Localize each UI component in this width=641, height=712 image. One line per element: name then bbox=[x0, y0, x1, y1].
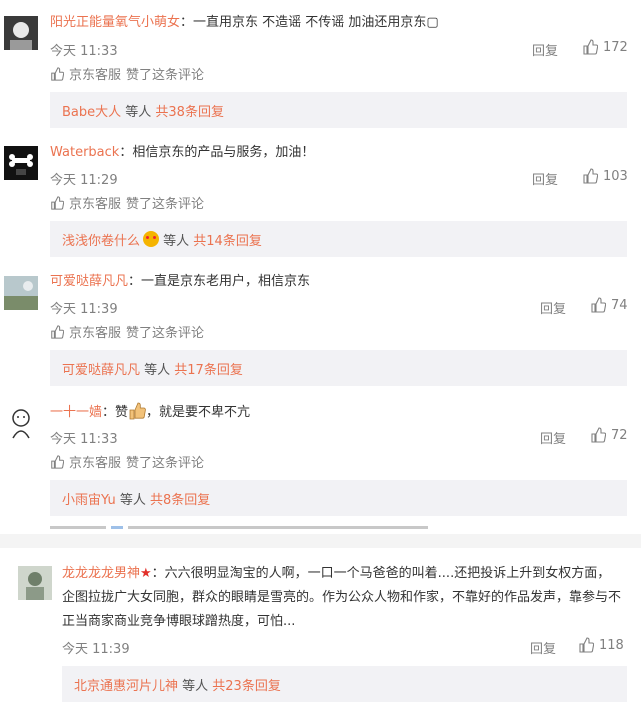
comment-time: 今天 11:39 bbox=[50, 302, 118, 317]
liked-by-row: 京东客服 赞了这条评论 bbox=[50, 193, 204, 212]
comment-item: Waterback：相信京东的产品与服务，加油！ 今天 11:29 回复 103… bbox=[0, 130, 641, 262]
comment-time: 今天 11:39 bbox=[62, 642, 130, 657]
reply-summary-mid: 等人 bbox=[178, 678, 213, 694]
reply-button[interactable]: 回复 bbox=[540, 298, 566, 317]
comment-username[interactable]: 可爱哒薛凡凡 bbox=[50, 274, 128, 289]
comment-body: ：相信京东的产品与服务，加油！ bbox=[119, 145, 315, 160]
reply-summary-user[interactable]: 小雨宙Yu bbox=[62, 489, 116, 508]
avatar[interactable] bbox=[4, 16, 38, 50]
cropped-comment-fragment bbox=[50, 520, 450, 530]
comment-username[interactable]: 龙龙龙龙男神 bbox=[62, 566, 140, 581]
thumbs-up-icon bbox=[591, 297, 606, 313]
comment-text: 一十一嫱：赞 ，就是要不卑不亢 bbox=[50, 402, 631, 422]
reply-count-link[interactable]: 共14条回复 bbox=[193, 230, 262, 249]
reply-summary-mid: 等人 bbox=[115, 492, 150, 508]
thumbs-up-icon bbox=[51, 66, 64, 81]
like-count: 103 bbox=[603, 168, 628, 184]
reply-summary-mid: 等人 bbox=[159, 233, 194, 249]
like-button[interactable]: 72 bbox=[590, 427, 628, 443]
reply-summary-mid: 等人 bbox=[121, 104, 156, 120]
reply-summary-user[interactable]: Babe大人 bbox=[62, 101, 121, 120]
reply-summary[interactable]: Babe大人 等人 共38条回复 bbox=[50, 92, 627, 128]
reply-count-link[interactable]: 共17条回复 bbox=[174, 359, 243, 378]
liked-by-row: 京东客服 赞了这条评论 bbox=[50, 322, 204, 341]
reply-button[interactable]: 回复 bbox=[532, 40, 558, 59]
avatar[interactable] bbox=[4, 146, 38, 180]
like-count: 118 bbox=[599, 637, 624, 653]
comment-time: 今天 11:33 bbox=[50, 44, 118, 59]
liked-by-suffix: 赞了这条评论 bbox=[126, 68, 205, 83]
emoji-icon bbox=[143, 231, 160, 247]
comment-item: 阳光正能量氧气小萌女：一直用京东 不造谣 不传谣 加油还用京东▢ 今天 11:3… bbox=[0, 0, 641, 132]
avatar[interactable] bbox=[4, 276, 38, 310]
liked-by-row: 京东客服 赞了这条评论 bbox=[50, 452, 204, 471]
reply-button[interactable]: 回复 bbox=[540, 428, 566, 447]
liked-by-row: 京东客服 赞了这条评论 bbox=[50, 64, 204, 83]
reply-summary[interactable]: 浅浅你卷什么 等人 共14条回复 bbox=[50, 221, 627, 257]
thumbs-up-icon bbox=[51, 195, 64, 210]
comment-item: 一十一嫱：赞 ，就是要不卑不亢 今天 11:33 回复 72 京东客服 赞了这条评… bbox=[0, 390, 641, 520]
comment-text: 阳光正能量氧气小萌女：一直用京东 不造谣 不传谣 加油还用京东▢ bbox=[50, 14, 631, 32]
star-badge-icon[interactable]: ★ bbox=[140, 566, 152, 581]
comment-body-cont: ，就是要不卑不亢 bbox=[146, 405, 251, 420]
like-button[interactable]: 103 bbox=[582, 168, 628, 184]
reply-summary[interactable]: 可爱哒薛凡凡 等人 共17条回复 bbox=[50, 350, 627, 386]
liked-by-user[interactable]: 京东客服 bbox=[69, 193, 121, 212]
reply-summary-user[interactable]: 浅浅你卷什么 bbox=[62, 230, 140, 249]
like-count: 72 bbox=[611, 427, 628, 443]
thumbs-up-emoji-icon bbox=[128, 402, 146, 420]
reply-summary-user[interactable]: 北京通惠河片儿神 bbox=[74, 675, 178, 694]
reply-summary[interactable]: 北京通惠河片儿神 等人 共23条回复 bbox=[62, 666, 627, 702]
reply-count-link[interactable]: 共38条回复 bbox=[155, 101, 224, 120]
comment-text: 龙龙龙龙男神★：六六很明显淘宝的人啊，一口一个马爸爸的叫着....还把投诉上升到… bbox=[62, 562, 623, 634]
thumbs-up-icon bbox=[583, 168, 598, 184]
thumbs-up-icon bbox=[579, 637, 594, 653]
comment-username[interactable]: Waterback bbox=[50, 145, 119, 160]
liked-by-suffix: 赞了这条评论 bbox=[126, 326, 205, 341]
avatar[interactable] bbox=[18, 566, 52, 600]
reply-summary-user[interactable]: 可爱哒薛凡凡 bbox=[62, 359, 140, 378]
comment-body: ：赞 bbox=[102, 405, 129, 420]
comment-item: 龙龙龙龙男神★：六六很明显淘宝的人啊，一口一个马爸爸的叫着....还把投诉上升到… bbox=[0, 548, 641, 712]
like-button[interactable]: 74 bbox=[590, 297, 628, 313]
comment-body: ：一直用京东 不造谣 不传谣 加油还用京东▢ bbox=[180, 15, 439, 30]
like-button[interactable]: 118 bbox=[578, 637, 624, 653]
reply-button[interactable]: 回复 bbox=[530, 638, 556, 657]
reply-button[interactable]: 回复 bbox=[532, 169, 558, 188]
comment-body: ：一直是京东老用户，相信京东 bbox=[128, 274, 311, 289]
liked-by-user[interactable]: 京东客服 bbox=[69, 322, 121, 341]
comment-time: 今天 11:33 bbox=[50, 432, 118, 447]
comment-text: Waterback：相信京东的产品与服务，加油！ bbox=[50, 144, 631, 162]
like-count: 172 bbox=[603, 39, 628, 55]
reply-count-link[interactable]: 共8条回复 bbox=[150, 489, 210, 508]
like-count: 74 bbox=[611, 297, 628, 313]
liked-by-suffix: 赞了这条评论 bbox=[126, 456, 205, 471]
thumbs-up-icon bbox=[591, 427, 606, 443]
reply-summary[interactable]: 小雨宙Yu 等人 共8条回复 bbox=[50, 480, 627, 516]
thumbs-up-icon bbox=[583, 39, 598, 55]
section-divider bbox=[0, 534, 641, 548]
reply-count-link[interactable]: 共23条回复 bbox=[212, 675, 281, 694]
thumbs-up-icon bbox=[51, 324, 64, 339]
liked-by-suffix: 赞了这条评论 bbox=[126, 197, 205, 212]
like-button[interactable]: 172 bbox=[582, 39, 628, 55]
reply-summary-mid: 等人 bbox=[140, 362, 175, 378]
liked-by-user[interactable]: 京东客服 bbox=[69, 452, 121, 471]
thumbs-up-icon bbox=[51, 454, 64, 469]
comment-time: 今天 11:29 bbox=[50, 173, 118, 188]
liked-by-user[interactable]: 京东客服 bbox=[69, 64, 121, 83]
comment-item: 可爱哒薛凡凡：一直是京东老用户，相信京东 今天 11:39 回复 74 京东客服… bbox=[0, 260, 641, 390]
comment-username[interactable]: 阳光正能量氧气小萌女 bbox=[50, 15, 180, 30]
comment-text: 可爱哒薛凡凡：一直是京东老用户，相信京东 bbox=[50, 273, 631, 291]
comment-username[interactable]: 一十一嫱 bbox=[50, 405, 102, 420]
avatar[interactable] bbox=[4, 406, 38, 440]
